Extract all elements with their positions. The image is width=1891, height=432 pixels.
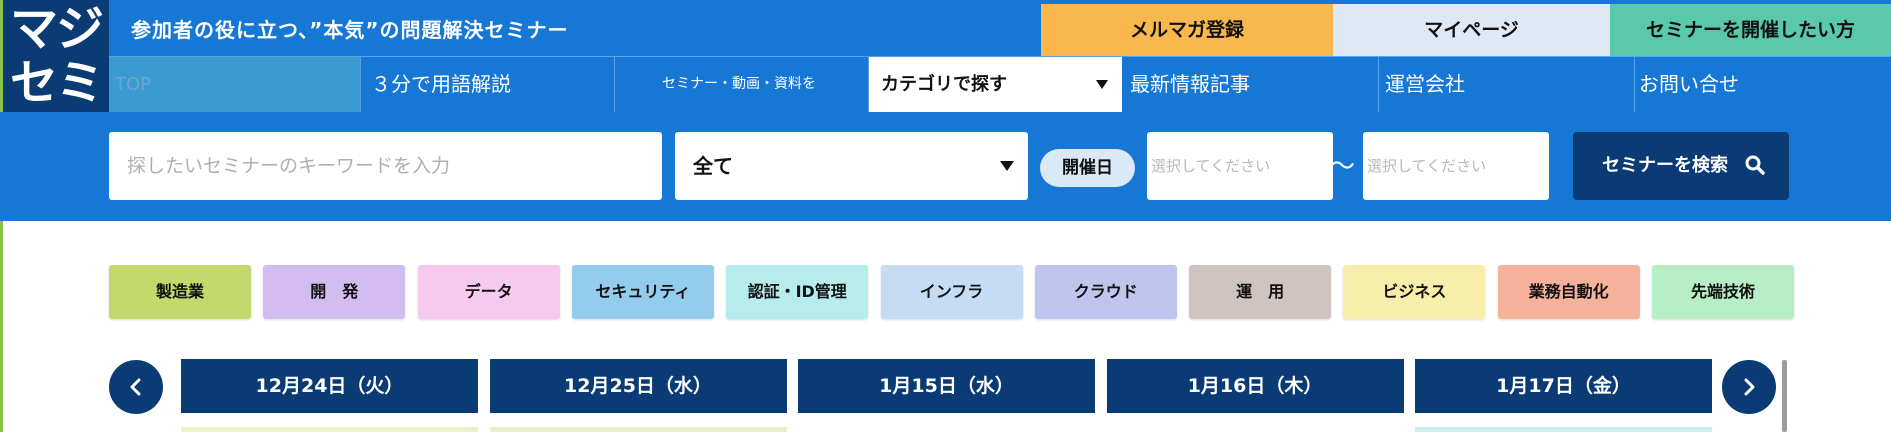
nav-contact[interactable]: お問い合せ [1635, 57, 1891, 112]
nav-find-by-label: セミナー・動画・資料を [615, 57, 869, 112]
seminar-card-top [489, 427, 787, 432]
nav-company[interactable]: 運営会社 [1379, 57, 1635, 112]
category-tag[interactable]: 業務自動化 [1497, 265, 1640, 319]
next-date-button[interactable] [1722, 360, 1776, 414]
search-button-label: セミナーを検索 [1602, 155, 1728, 176]
date-tab[interactable]: 1月16日（木） [1106, 359, 1404, 413]
date-tab[interactable]: 1月17日（金） [1415, 359, 1712, 413]
seminar-search-button[interactable]: セミナーを検索 [1573, 132, 1789, 200]
nav-glossary[interactable]: ３分で用語解説 [361, 57, 615, 112]
main-nav: TOP ３分で用語解説 セミナー・動画・資料を カテゴリで探す 最新情報記事 運… [109, 56, 1891, 112]
category-tag[interactable]: クラウド [1034, 265, 1177, 319]
category-tag[interactable]: ビジネス [1343, 265, 1486, 319]
prev-date-button[interactable] [109, 360, 163, 414]
category-select[interactable]: 全て [675, 132, 1028, 200]
category-tag[interactable]: データ [417, 265, 560, 319]
logo-line-2: セミ [9, 55, 104, 111]
search-icon [1745, 155, 1765, 175]
nav-category-dropdown[interactable]: カテゴリで探す [869, 57, 1122, 112]
date-tab[interactable]: 12月24日（火） [181, 359, 478, 413]
search-bar: 全て 開催日 〜 セミナーを検索 [0, 112, 1891, 221]
category-tag[interactable]: 開 発 [263, 265, 406, 319]
mypage-button[interactable]: マイページ [1333, 4, 1610, 57]
date-tab[interactable]: 1月15日（水） [798, 359, 1095, 413]
date-to-input[interactable] [1363, 132, 1549, 200]
host-seminar-button[interactable]: セミナーを開催したい方 [1610, 4, 1891, 57]
nav-top[interactable]: TOP [109, 57, 361, 112]
date-range-separator: 〜 [1329, 152, 1356, 182]
seminar-card-top [798, 427, 1095, 432]
site-logo[interactable]: マジ セミ [3, 0, 109, 112]
seminar-card-top [181, 427, 478, 432]
nav-latest-articles[interactable]: 最新情報記事 [1122, 57, 1379, 112]
event-date-label: 開催日 [1040, 149, 1135, 187]
chevron-left-icon [130, 378, 141, 396]
category-select-value: 全て [693, 154, 733, 178]
category-tag[interactable]: 製造業 [109, 265, 251, 319]
newsletter-signup-button[interactable]: メルマガ登録 [1041, 4, 1333, 57]
site-tagline: 参加者の役に立つ、”本気”の問題解決セミナー [131, 18, 569, 42]
scrollbar[interactable] [1782, 360, 1787, 432]
category-tag[interactable]: インフラ [880, 265, 1023, 319]
keyword-search-input[interactable] [109, 132, 662, 200]
logo-line-1: マジ [9, 1, 104, 57]
category-dropdown-label: カテゴリで探す [881, 74, 1007, 95]
category-tag[interactable]: 先端技術 [1652, 265, 1794, 319]
top-header-bar: 参加者の役に立つ、”本気”の問題解決セミナー メルマガ登録 マイページ セミナー… [109, 0, 1891, 57]
category-tag[interactable]: セキュリティ [571, 265, 714, 319]
date-from-input[interactable] [1147, 132, 1333, 200]
category-tag[interactable]: 認証・ID管理 [726, 265, 869, 319]
seminar-card-top [1106, 427, 1404, 432]
seminar-card-top [1415, 427, 1712, 432]
date-tab[interactable]: 12月25日（水） [489, 359, 787, 413]
caret-down-icon [1000, 161, 1014, 171]
caret-down-icon [1096, 80, 1108, 89]
chevron-right-icon [1744, 378, 1755, 396]
category-tag[interactable]: 運 用 [1189, 265, 1332, 319]
